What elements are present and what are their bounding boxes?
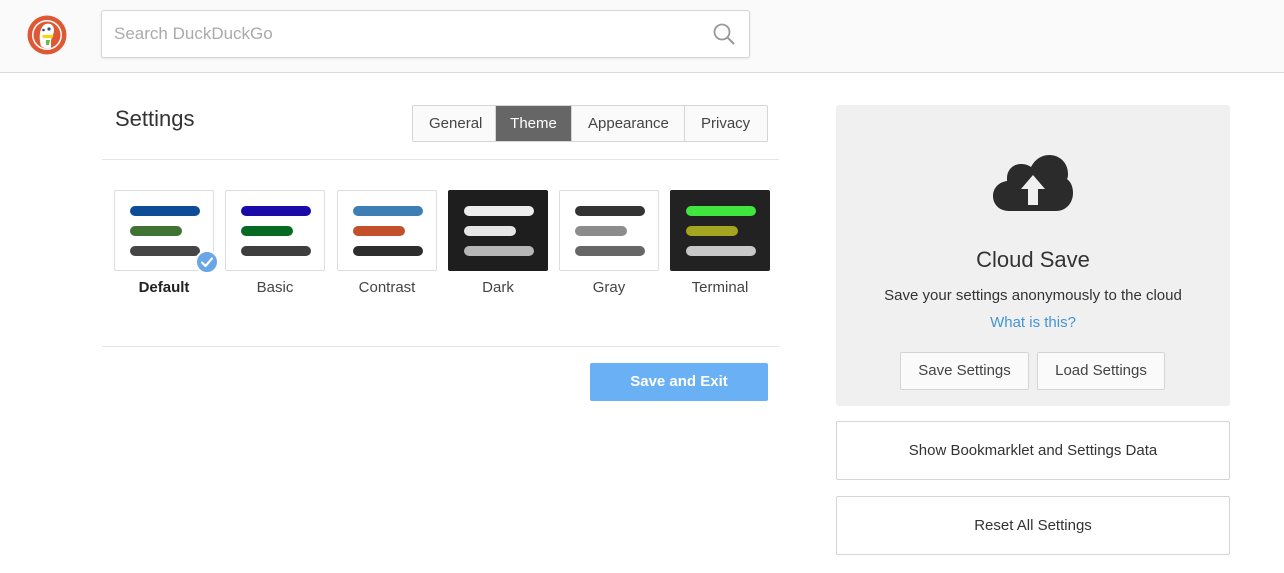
page-title: Settings — [115, 106, 195, 131]
cloud-save-title: Cloud Save — [976, 247, 1090, 272]
theme-swatch — [559, 190, 659, 271]
swatch-bar — [130, 206, 200, 216]
search-input[interactable] — [114, 11, 694, 57]
save-settings-button[interactable]: Save Settings — [900, 352, 1029, 390]
theme-label: Basic — [256, 279, 294, 296]
theme-label: Gray — [592, 279, 626, 296]
save-and-exit-button[interactable]: Save and Exit — [590, 363, 768, 401]
theme-label: Default — [138, 279, 190, 296]
load-settings-button[interactable]: Load Settings — [1037, 352, 1165, 390]
theme-swatch — [114, 190, 219, 274]
settings-tabs: General Theme Appearance Privacy — [412, 105, 768, 142]
search-box — [101, 10, 750, 58]
cloud-save-description: Save your settings anonymously to the cl… — [884, 287, 1182, 304]
swatch-bar — [353, 226, 405, 236]
divider — [102, 159, 779, 160]
theme-label: Terminal — [691, 279, 749, 296]
swatch-bar — [464, 206, 534, 216]
cloud-upload-icon — [993, 155, 1073, 211]
header — [0, 0, 1284, 73]
swatch-bar — [130, 246, 200, 256]
swatch-bar — [686, 226, 738, 236]
theme-swatch — [670, 190, 770, 271]
theme-label: Dark — [482, 279, 514, 296]
duckduckgo-logo[interactable] — [27, 15, 67, 55]
theme-option-gray[interactable]: Gray — [559, 190, 659, 296]
reset-all-settings-button[interactable]: Reset All Settings — [836, 496, 1230, 555]
swatch-bar — [464, 246, 534, 256]
theme-option-contrast[interactable]: Contrast — [337, 190, 437, 296]
theme-option-default[interactable]: Default — [114, 190, 219, 296]
divider — [102, 346, 779, 347]
what-is-this-link[interactable]: What is this? — [836, 314, 1230, 331]
swatch-bar — [353, 206, 423, 216]
swatch-bar — [241, 246, 311, 256]
theme-option-basic[interactable]: Basic — [225, 190, 325, 296]
swatch-bar — [464, 226, 516, 236]
swatch-bar — [575, 226, 627, 236]
theme-option-terminal[interactable]: Terminal — [670, 190, 770, 296]
selected-check-icon — [195, 250, 219, 274]
swatch-bar — [686, 246, 756, 256]
swatch-bar — [575, 206, 645, 216]
theme-swatch — [225, 190, 325, 271]
theme-swatch — [337, 190, 437, 271]
swatch-bar — [575, 246, 645, 256]
search-icon[interactable] — [713, 23, 735, 45]
theme-label: Contrast — [358, 279, 416, 296]
swatch-bar — [686, 206, 756, 216]
theme-option-dark[interactable]: Dark — [448, 190, 548, 296]
cloud-save-panel: Cloud Save Save your settings anonymousl… — [836, 105, 1230, 406]
swatch-bar — [241, 206, 311, 216]
theme-swatch — [448, 190, 548, 271]
tab-privacy[interactable]: Privacy — [685, 106, 767, 141]
swatch-bar — [130, 226, 182, 236]
swatch-bar — [241, 226, 293, 236]
show-bookmarklet-button[interactable]: Show Bookmarklet and Settings Data — [836, 421, 1230, 480]
swatch-bar — [353, 246, 423, 256]
tab-appearance[interactable]: Appearance — [572, 106, 685, 141]
tab-general[interactable]: General — [413, 106, 496, 141]
tab-theme[interactable]: Theme — [496, 106, 572, 141]
